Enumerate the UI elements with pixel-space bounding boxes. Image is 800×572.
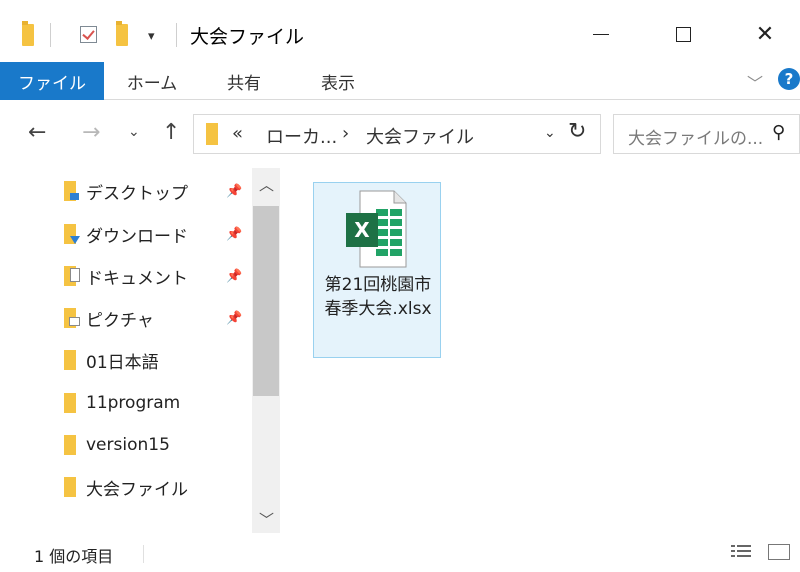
nav-item-folder[interactable]: 大会ファイル	[64, 472, 188, 502]
nav-item-label: デスクトップ	[86, 183, 188, 204]
large-icons-view-icon[interactable]	[768, 544, 790, 560]
scroll-up-icon[interactable]: ︿	[259, 174, 274, 195]
nav-item-label: 大会ファイル	[86, 479, 188, 500]
pin-icon[interactable]: 📌	[226, 227, 242, 242]
folder-icon	[64, 477, 76, 497]
nav-item-label: ピクチャ	[86, 310, 154, 331]
nav-item-label: ダウンロード	[86, 226, 188, 247]
folder-icon	[206, 123, 218, 145]
nav-item-folder[interactable]: 11program	[64, 388, 180, 418]
close-button[interactable]: ✕	[735, 14, 795, 54]
scrollbar-thumb[interactable]	[253, 206, 279, 396]
navigation-pane: デスクトップ 📌 ダウンロード 📌 ドキュメント 📌 ピクチャ 📌 01日本語 …	[0, 168, 280, 533]
ribbon-tabs: ファイル ホーム 共有 表示 ﹀ ?	[0, 62, 800, 100]
breadcrumb-separator[interactable]: ›	[342, 123, 349, 144]
breadcrumb-overflow[interactable]: «	[232, 123, 243, 144]
pin-icon[interactable]: 📌	[226, 184, 242, 199]
close-icon: ✕	[755, 21, 775, 47]
status-bar: 1 個の項目	[0, 533, 800, 572]
address-dropdown-icon[interactable]: ⌄	[544, 125, 556, 141]
file-name: 第21回桃園市春季大会.xlsx	[324, 275, 432, 319]
search-box[interactable]: 大会ファイルの... ⚲	[613, 114, 800, 154]
desktop-folder-icon	[64, 181, 79, 201]
divider	[50, 23, 51, 47]
divider	[143, 545, 144, 563]
file-item[interactable]: X 第21回桃園市春季大会.xlsx	[313, 182, 441, 358]
search-placeholder: 大会ファイルの...	[628, 129, 764, 149]
nav-item-label: version15	[86, 435, 170, 455]
help-icon[interactable]: ?	[778, 68, 800, 90]
folder-icon	[64, 350, 76, 370]
folder-icon	[22, 21, 34, 46]
address-bar[interactable]: « ローカ... › 大会ファイル ⌄ ↻	[193, 114, 601, 154]
downloads-folder-icon	[64, 224, 80, 244]
tab-home[interactable]: ホーム	[114, 62, 190, 100]
quick-access-dropdown-icon[interactable]: ▾	[148, 29, 155, 44]
excel-file-icon: X	[346, 190, 407, 268]
file-explorer-window: ▾ 大会ファイル ✕ ファイル ホーム 共有 表示 ﹀ ? ← → ⌄ ↑ « …	[0, 0, 800, 572]
new-folder-icon[interactable]	[116, 21, 128, 46]
refresh-icon[interactable]: ↻	[568, 119, 586, 144]
maximize-button[interactable]	[653, 14, 713, 54]
divider	[176, 23, 177, 47]
up-arrow-icon[interactable]: ↑	[162, 120, 180, 145]
search-icon[interactable]: ⚲	[772, 122, 785, 143]
scroll-down-icon[interactable]: ﹀	[259, 509, 274, 530]
pin-icon[interactable]: 📌	[226, 311, 242, 326]
nav-item-folder[interactable]: 01日本語	[64, 345, 159, 375]
minimize-button[interactable]	[571, 14, 631, 54]
recent-locations-chevron-icon[interactable]: ⌄	[128, 124, 140, 140]
tab-file[interactable]: ファイル	[0, 62, 104, 100]
pin-icon[interactable]: 📌	[226, 269, 242, 284]
maximize-icon	[675, 26, 691, 42]
nav-scrollbar[interactable]: ︿ ﹀	[252, 168, 280, 533]
details-view-icon[interactable]	[731, 544, 751, 560]
tab-share[interactable]: 共有	[212, 62, 276, 100]
nav-item-label: ドキュメント	[86, 268, 188, 289]
nav-item-downloads[interactable]: ダウンロード	[64, 219, 188, 249]
folder-icon	[64, 435, 76, 455]
expand-ribbon-icon[interactable]: ﹀	[747, 70, 763, 94]
breadcrumb-current[interactable]: 大会ファイル	[366, 123, 474, 149]
file-list-area: X 第21回桃園市春季大会.xlsx	[280, 168, 800, 533]
nav-item-label: 11program	[86, 393, 181, 413]
properties-checkbox-icon[interactable]	[80, 26, 97, 43]
nav-item-label: 01日本語	[86, 352, 159, 373]
address-row: ← → ⌄ ↑ « ローカ... › 大会ファイル ⌄ ↻ 大会ファイルの...…	[0, 100, 800, 168]
forward-arrow-icon[interactable]: →	[82, 120, 100, 145]
item-count: 1 個の項目	[34, 547, 114, 566]
folder-icon	[64, 393, 76, 413]
pictures-folder-icon	[64, 308, 80, 328]
tab-view[interactable]: 表示	[306, 62, 370, 100]
nav-item-desktop[interactable]: デスクトップ	[64, 176, 188, 206]
svg-text:X: X	[354, 218, 370, 242]
nav-item-pictures[interactable]: ピクチャ	[64, 303, 154, 333]
breadcrumb-local[interactable]: ローカ...	[266, 123, 337, 149]
nav-item-folder[interactable]: version15	[64, 430, 170, 460]
title-bar: ▾ 大会ファイル ✕	[0, 0, 800, 62]
minimize-icon	[593, 33, 609, 35]
nav-item-documents[interactable]: ドキュメント	[64, 261, 188, 291]
documents-folder-icon	[64, 266, 80, 286]
back-arrow-icon[interactable]: ←	[28, 120, 46, 145]
window-title: 大会ファイル	[190, 26, 305, 48]
